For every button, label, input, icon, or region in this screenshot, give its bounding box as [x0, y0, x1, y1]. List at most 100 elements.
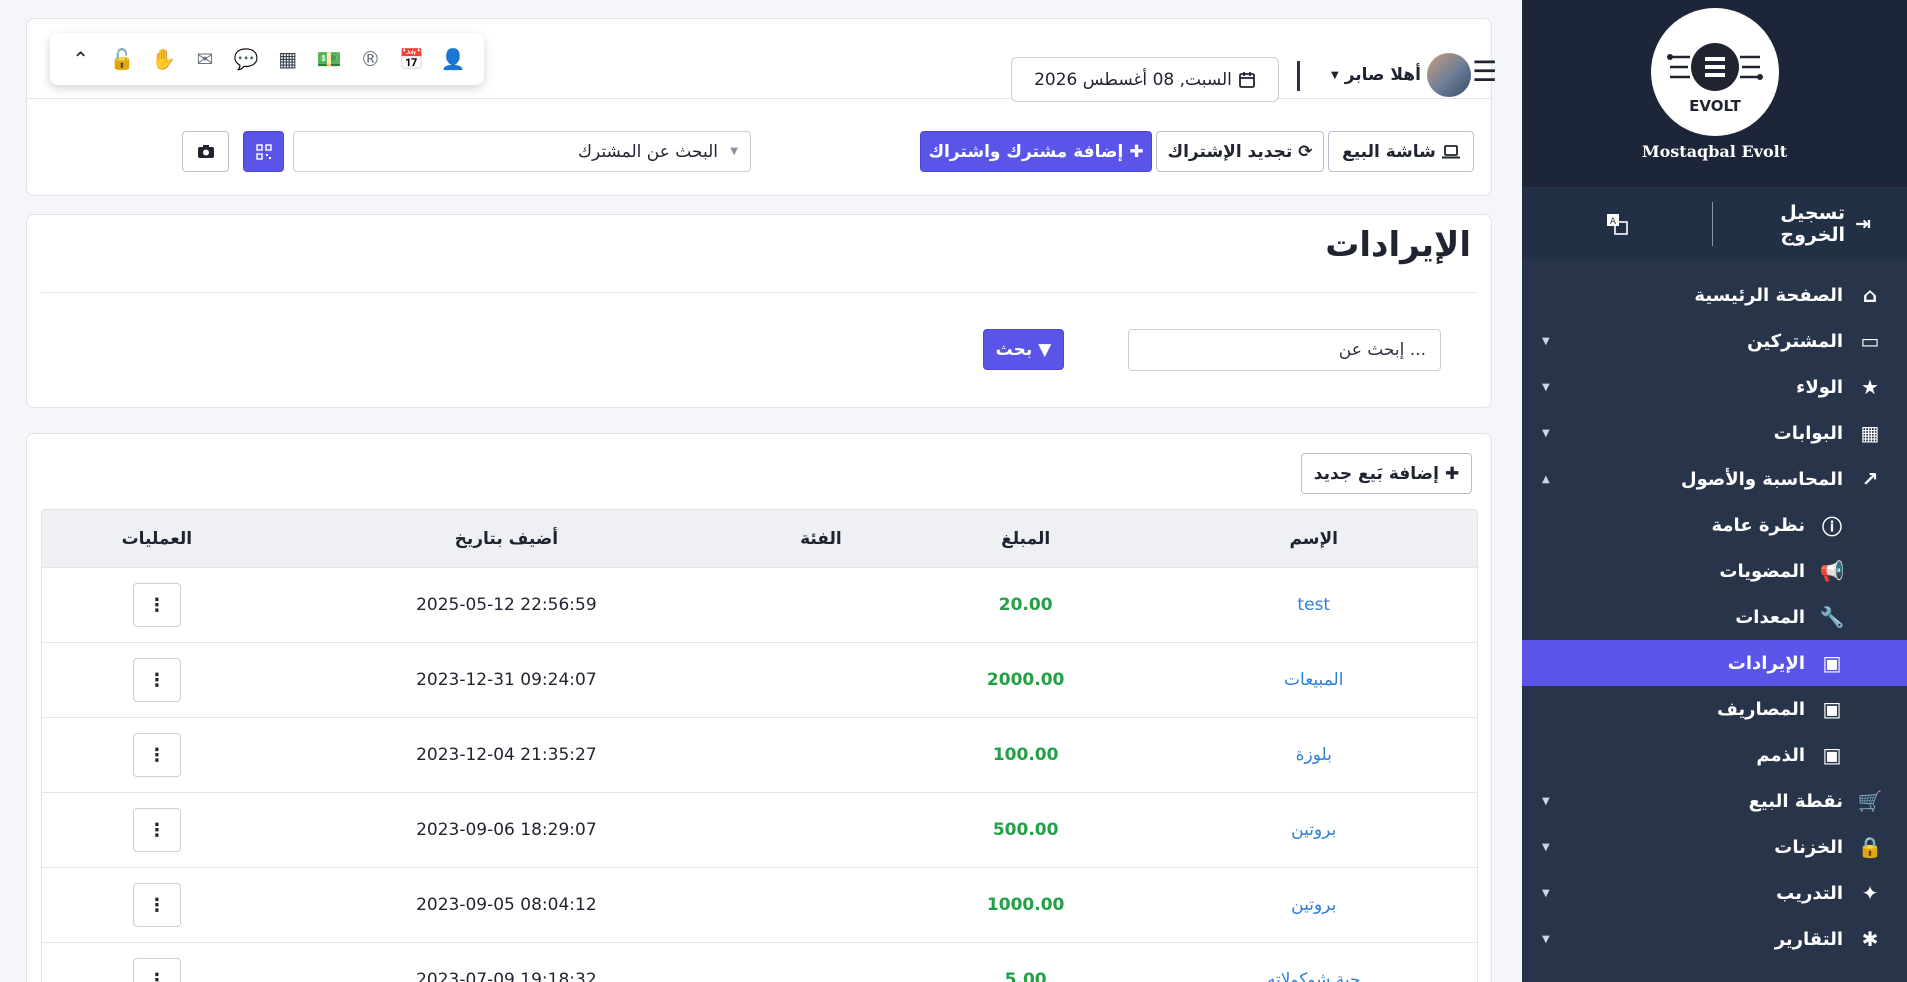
- amount-cell: 2000.00: [986, 670, 1065, 690]
- sidebar-item-11[interactable]: 🛒 نقطة البيع ▼: [1522, 778, 1907, 824]
- name-link[interactable]: test: [1150, 595, 1477, 615]
- logout-label: تسجيل الخروج: [1780, 201, 1846, 246]
- sidebar-item-9[interactable]: ▣ المصاريف: [1522, 686, 1907, 732]
- calendar-icon[interactable]: 📅: [397, 47, 427, 71]
- magic-wand-icon: ✦: [1861, 881, 1879, 905]
- sidebar-item-0[interactable]: ⌂ الصفحة الرئيسية: [1522, 272, 1907, 318]
- table-row: ⋮ 2023-09-06 18:29:07 500.00 بروتين: [42, 792, 1477, 867]
- name-link[interactable]: بروتين: [1150, 820, 1477, 840]
- ellipsis-vertical-icon: ⋮: [147, 744, 166, 766]
- brand-logo[interactable]: EVOLT: [1650, 8, 1779, 136]
- brand-name: Mostaqbal Evolt: [1641, 142, 1788, 161]
- name-link[interactable]: بلوزة: [1150, 745, 1477, 765]
- logout-button[interactable]: ⇥ تسجيل الخروج: [1713, 202, 1907, 246]
- col-header-category: الفئة: [800, 528, 842, 549]
- row-actions-button[interactable]: ⋮: [132, 658, 181, 702]
- col-header-amount: المبلغ: [1001, 528, 1051, 549]
- refresh-icon: ⟳: [1298, 141, 1313, 162]
- sidebar-item-label: التدريب: [1776, 882, 1843, 904]
- camera-button[interactable]: [182, 131, 229, 172]
- user-plus-icon[interactable]: 👤: [438, 47, 468, 71]
- money-icon: ▣: [1822, 697, 1842, 721]
- date-display: السبت, 08 أغسطس 2026: [1011, 57, 1279, 102]
- comment-icon[interactable]: 💬: [231, 47, 261, 71]
- subscriber-search-select[interactable]: ▼ البحث عن المشترك: [293, 131, 751, 172]
- sidebar-item-label: المشتركين: [1747, 330, 1843, 352]
- hands-icon[interactable]: ✋: [148, 47, 178, 71]
- ops-cell: ⋮: [42, 658, 272, 702]
- sidebar-item-label: نقطة البيع: [1748, 790, 1843, 812]
- row-actions-button[interactable]: ⋮: [132, 733, 181, 777]
- sidebar-item-2[interactable]: ★ الولاء ▼: [1522, 364, 1907, 410]
- name-link[interactable]: بروتين: [1150, 895, 1477, 915]
- col-header-ops: العمليات: [121, 528, 193, 549]
- amount-cell: 500.00: [992, 820, 1059, 840]
- sidebar-item-7[interactable]: 🔧 المعدات: [1522, 594, 1907, 640]
- svg-text:A: A: [1610, 217, 1617, 227]
- search-button-label: بحث: [995, 339, 1033, 360]
- ellipsis-vertical-icon: ⋮: [147, 669, 166, 691]
- hamburger-menu-icon[interactable]: ☰: [1472, 55, 1497, 88]
- sidebar-item-13[interactable]: ✦ التدريب ▼: [1522, 870, 1907, 916]
- row-actions-button[interactable]: ⋮: [132, 883, 181, 927]
- date-cell: 2023-12-31 09:24:07: [416, 670, 597, 690]
- add-sale-button[interactable]: إضافة بَيع جديد ✚: [1301, 453, 1472, 494]
- sidebar-item-label: المصاريف: [1716, 698, 1805, 720]
- plus-icon: ✚: [1444, 463, 1460, 484]
- language-switch-button[interactable]: A: [1522, 213, 1712, 235]
- quick-actions-toolbar: ⌃ 🔓 ✋ ✉ 💬 ▦ 💵 ® 📅 👤: [50, 33, 484, 85]
- date-cell: 2023-09-05 08:04:12: [416, 895, 597, 915]
- sidebar-item-label: المضويات: [1719, 560, 1805, 582]
- unlock-icon[interactable]: 🔓: [107, 47, 137, 71]
- renew-subscription-button[interactable]: تجديد الإشتراك ⟳: [1156, 131, 1324, 172]
- row-actions-button[interactable]: ⋮: [132, 583, 181, 627]
- main-content: ☰ ▼ أهلا صابر السبت, 08 أغسطس 2026 شاشة …: [0, 0, 1522, 982]
- search-input[interactable]: [1128, 329, 1441, 371]
- chevron-up-icon[interactable]: ⌃: [66, 47, 96, 71]
- sidebar-item-8[interactable]: ▣ الإيرادات: [1522, 640, 1907, 686]
- sidebar-item-4[interactable]: ↗ المحاسبة والأصول ▲: [1522, 456, 1907, 502]
- sidebar-item-5[interactable]: ⓘ نظرة عامة: [1522, 502, 1907, 548]
- row-actions-button[interactable]: ⋮: [132, 808, 181, 852]
- sidebar-item-10[interactable]: ▣ الذمم: [1522, 732, 1907, 778]
- sidebar-item-1[interactable]: ▭ المشتركين ▼: [1522, 318, 1907, 364]
- star-icon: ★: [1861, 375, 1879, 399]
- pos-screen-label: شاشة البيع: [1342, 141, 1436, 162]
- page-header-card: الإيرادات بحث ▼: [26, 214, 1492, 408]
- table-row: ⋮ 2025-05-12 22:56:59 20.00 test: [42, 567, 1477, 642]
- envelope-icon[interactable]: ✉: [190, 47, 220, 71]
- name-link[interactable]: المبيعات: [1150, 670, 1477, 690]
- sidebar-item-14[interactable]: ✱ التقارير ▼: [1522, 916, 1907, 962]
- row-actions-button[interactable]: ⋮: [132, 958, 181, 982]
- chart-line-icon: ↗: [1861, 467, 1879, 491]
- sidebar-item-label: البوابات: [1773, 422, 1843, 444]
- money-bill-icon[interactable]: 💵: [314, 47, 344, 71]
- name-link[interactable]: حبة شوكولاته: [1150, 970, 1477, 982]
- dropdown-arrow-icon: ▼: [730, 146, 738, 157]
- qrcode-icon[interactable]: ▦: [273, 47, 303, 71]
- user-greeting: أهلا صابر: [1344, 65, 1421, 85]
- pos-screen-button[interactable]: شاشة البيع: [1328, 131, 1474, 172]
- user-menu[interactable]: ▼ أهلا صابر: [1331, 53, 1471, 97]
- table-body: ⋮ 2025-05-12 22:56:59 20.00 test ⋮ 2023-12-31…: [42, 567, 1477, 982]
- add-subscriber-button[interactable]: إضافة مشترك واشتراك ✚: [920, 131, 1152, 172]
- sidebar-item-3[interactable]: ▦ البوابات ▼: [1522, 410, 1907, 456]
- header-divider: [41, 292, 1477, 293]
- ellipsis-vertical-icon: ⋮: [147, 594, 166, 616]
- sign-out-icon: ⇥: [1855, 212, 1871, 235]
- sidebar-item-6[interactable]: 📢 المضويات: [1522, 548, 1907, 594]
- caret-down-icon: ▼: [1542, 887, 1550, 899]
- lock-icon: 🔒: [1857, 835, 1883, 859]
- registered-icon[interactable]: ®: [355, 47, 385, 71]
- current-date: السبت, 08 أغسطس 2026: [1034, 69, 1232, 90]
- money-icon: ▣: [1822, 651, 1842, 675]
- qrcode-icon: [255, 143, 272, 160]
- table-row: ⋮ 2023-07-09 19:18:32 5.00 حبة شوكولاته: [42, 942, 1477, 982]
- qr-scan-button[interactable]: [243, 131, 284, 172]
- sidebar-item-12[interactable]: 🔒 الخزنات ▼: [1522, 824, 1907, 870]
- table-header: العمليات أضيف بتاريخ الفئة المبلغ الإسم: [42, 510, 1477, 567]
- search-button[interactable]: بحث ▼: [983, 329, 1064, 370]
- caret-down-icon: ▼: [1542, 795, 1550, 807]
- caret-up-icon: ▲: [1542, 473, 1550, 485]
- sidebar-menu: ⌂ الصفحة الرئيسية ▭ المشتركين ▼ ★ الولاء ▼ ▦ البو…: [1522, 260, 1907, 962]
